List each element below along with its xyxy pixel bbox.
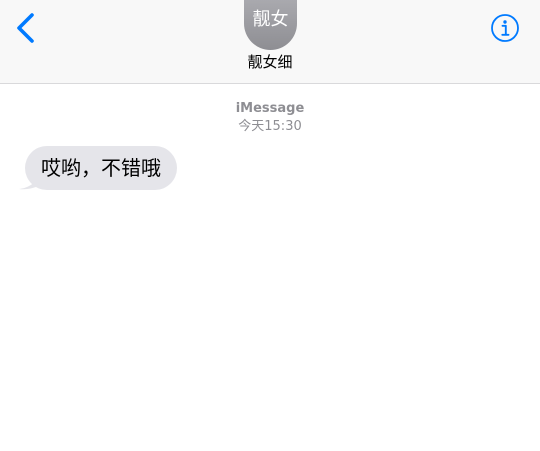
messages-screen: 靓女 靓女细 iMessage 今天15:30 哎哟，不错哦 bbox=[0, 0, 540, 451]
contact-avatar[interactable]: 靓女 bbox=[244, 0, 297, 50]
contact-name[interactable]: 靓女细 bbox=[200, 51, 340, 73]
service-label: iMessage bbox=[235, 101, 305, 116]
info-button[interactable] bbox=[490, 13, 520, 43]
incoming-message-bubble[interactable]: 哎哟，不错哦 bbox=[25, 146, 177, 190]
info-circle-icon bbox=[491, 14, 519, 42]
chevron-left-icon bbox=[17, 13, 34, 43]
message-row: 哎哟，不错哦 bbox=[17, 146, 177, 190]
back-button[interactable] bbox=[8, 8, 44, 48]
conversation-header: 靓女 靓女细 bbox=[0, 0, 540, 84]
message-timestamp: 今天15:30 bbox=[238, 119, 302, 134]
avatar-initials: 靓女 bbox=[252, 9, 289, 30]
